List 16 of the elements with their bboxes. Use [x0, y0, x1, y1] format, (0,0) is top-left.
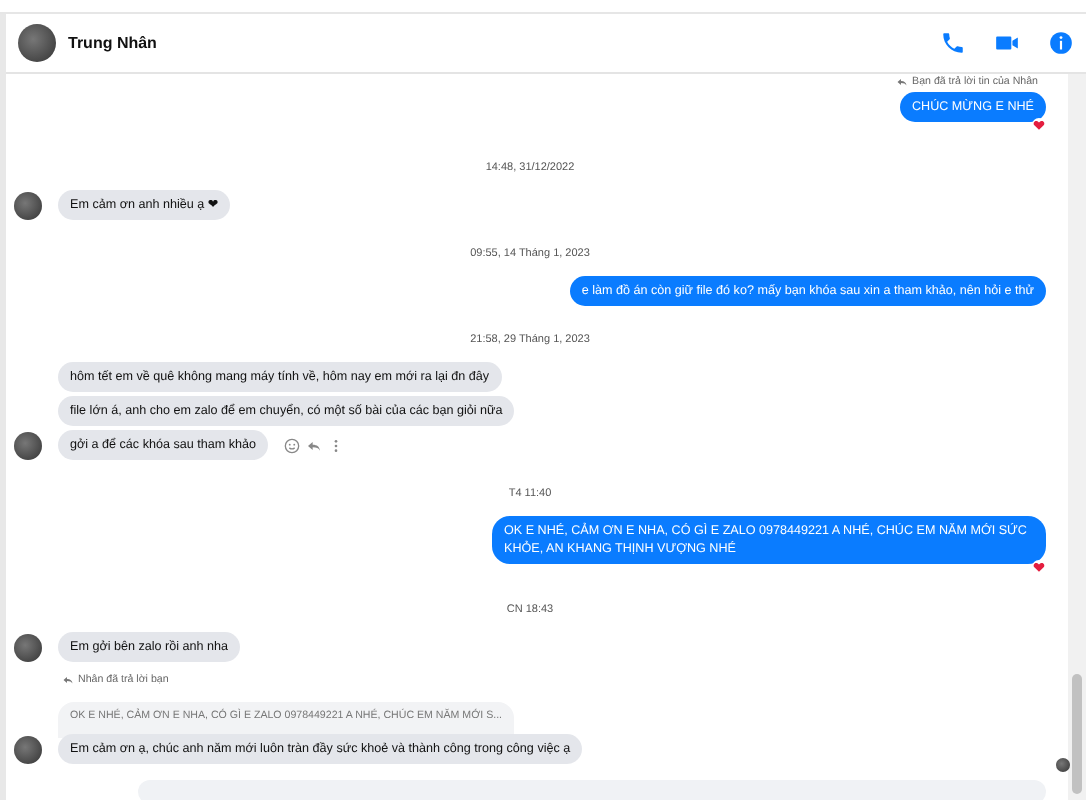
avatar [14, 432, 42, 460]
seen-avatar [1056, 758, 1070, 772]
avatar [14, 192, 42, 220]
phone-icon[interactable] [940, 30, 966, 56]
avatar [14, 736, 42, 764]
smiley-icon[interactable] [284, 437, 301, 453]
avatar [18, 24, 56, 62]
scrollbar-thumb[interactable] [1072, 674, 1082, 794]
heart-reaction-icon [1032, 118, 1046, 132]
info-icon[interactable] [1048, 30, 1074, 56]
heart-reaction-icon [1032, 560, 1046, 574]
reply-icon[interactable] [306, 437, 323, 453]
contact-name[interactable]: Trung Nhân [68, 34, 157, 52]
reply-icon [62, 674, 74, 686]
avatar [14, 634, 42, 662]
reply-icon [896, 76, 909, 88]
